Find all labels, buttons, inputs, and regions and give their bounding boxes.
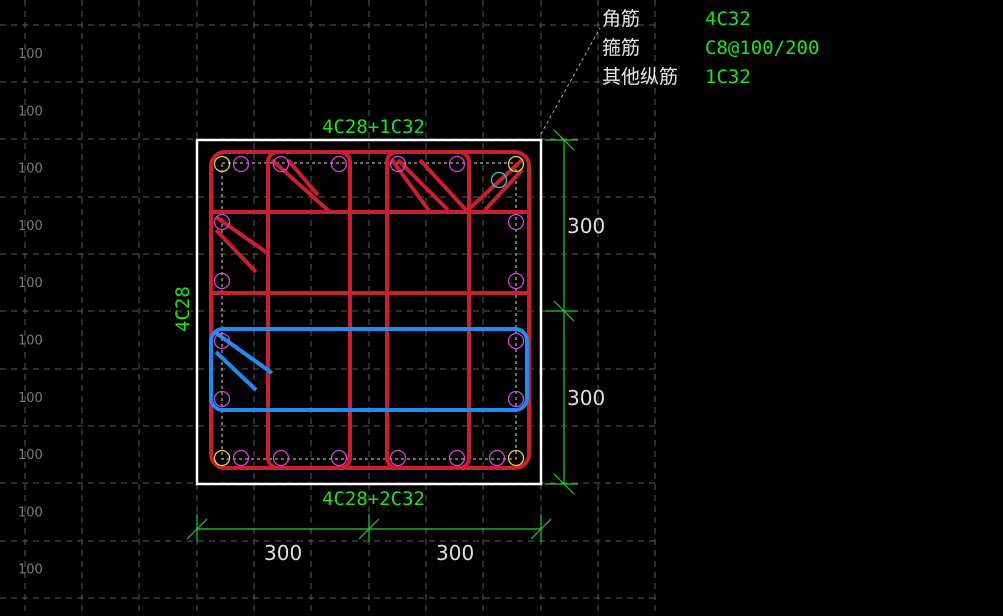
grid-row-label: 100 — [18, 162, 43, 177]
column-section-canvas[interactable]: 100 100 100 100 100 100 100 100 100 100 4C28+1C32… — [0, 0, 1003, 616]
legend-leader — [540, 27, 601, 135]
bottom-bar[interactable] — [488, 449, 506, 467]
top-rebar-label[interactable]: 4C28+1C32 — [322, 116, 425, 138]
grid-row-label: 100 — [18, 505, 43, 520]
bottom-bar[interactable] — [389, 449, 407, 467]
rebar-legend: 角筋 4C32 箍筋 C8@100/200 其他纵筋 1C32 — [602, 8, 819, 88]
grid-row-label: 100 — [18, 334, 43, 349]
bottom-rebar-label[interactable]: 4C28+2C32 — [322, 488, 425, 510]
grid-row-label: 100 — [18, 104, 43, 119]
inner-stirrup-left[interactable] — [266, 150, 352, 470]
bottom-dimension — [186, 514, 552, 542]
legend-corner-value[interactable]: 4C32 — [705, 8, 751, 30]
top-bar[interactable] — [232, 155, 250, 173]
red-stirrups — [209, 150, 531, 470]
top-bar[interactable] — [448, 155, 466, 173]
grid-row-label: 100 — [18, 219, 43, 234]
bottom-bar[interactable] — [272, 449, 290, 467]
right-bar[interactable] — [507, 272, 525, 290]
legend-other-label: 其他纵筋 — [602, 66, 678, 88]
bottom-bar[interactable] — [448, 449, 466, 467]
grid-row-label: 100 — [18, 276, 43, 291]
legend-stirrup-value[interactable]: C8@100/200 — [705, 37, 819, 59]
bottom-bar[interactable] — [232, 449, 250, 467]
legend-other-value[interactable]: 1C32 — [705, 66, 751, 88]
hook-1 — [270, 158, 332, 214]
bottom-bar[interactable] — [330, 449, 348, 467]
grid-row-label: 100 — [18, 563, 43, 578]
dim-bottom-left[interactable]: 300 — [264, 541, 302, 565]
legend-corner-label: 角筋 — [602, 8, 640, 30]
grid-row-label: 100 — [18, 47, 43, 62]
grid-row-labels: 100 100 100 100 100 100 100 100 100 100 — [18, 47, 43, 578]
right-bar[interactable] — [507, 332, 525, 350]
hook-8 — [214, 215, 268, 254]
dim-bottom-right[interactable]: 300 — [436, 541, 474, 565]
grid-row-label: 100 — [18, 448, 43, 463]
side-rebar-label[interactable]: 4C28 — [172, 286, 194, 332]
right-dimension — [545, 129, 578, 495]
hook-6 — [466, 158, 524, 212]
grid-row-label: 100 — [18, 391, 43, 406]
background-grid — [0, 0, 656, 616]
dim-right-upper[interactable]: 300 — [567, 214, 605, 238]
right-bar[interactable] — [507, 213, 525, 231]
legend-stirrup-label: 箍筋 — [602, 37, 640, 59]
blue-hook-1 — [214, 331, 274, 375]
top-bar[interactable] — [330, 155, 348, 173]
dim-right-lower[interactable]: 300 — [567, 386, 605, 410]
